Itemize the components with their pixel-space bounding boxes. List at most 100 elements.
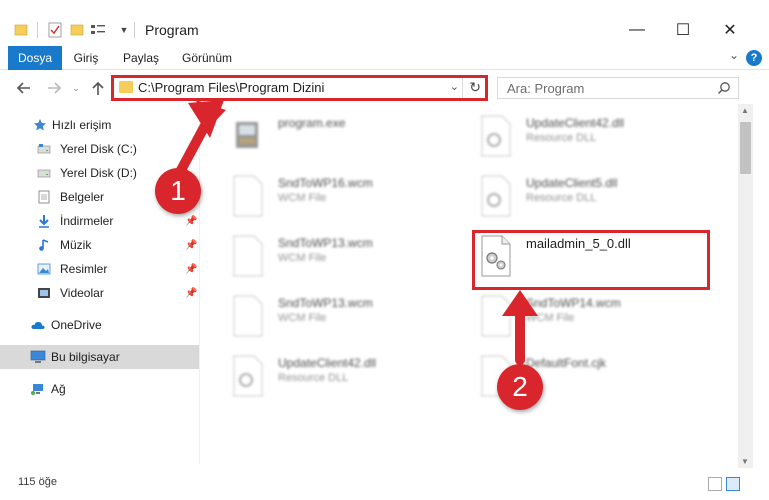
address-bar[interactable]: C:\Program Files\Program Dizini ⌄ ↻ — [111, 75, 488, 101]
drive-icon — [36, 165, 52, 181]
scroll-up-icon[interactable]: ▲ — [741, 106, 749, 115]
sidebar-item-label: Videolar — [60, 286, 104, 300]
callout-2: 2 — [497, 364, 543, 410]
scroll-thumb[interactable] — [740, 122, 751, 174]
download-icon — [36, 213, 52, 229]
list-item[interactable]: UpdateClient42.dll Resource DLL — [230, 354, 450, 402]
sidebar-item-label: Ağ — [51, 382, 66, 396]
sidebar-item-onedrive[interactable]: OneDrive — [0, 313, 199, 337]
dll-file-icon — [233, 355, 263, 397]
list-item[interactable]: SndToWP13.wcm WCM File — [230, 294, 450, 342]
back-button[interactable] — [14, 78, 34, 98]
customize-toolbar-icon[interactable] — [88, 20, 110, 40]
forward-button[interactable] — [44, 78, 64, 98]
sidebar-item-label: Yerel Disk (C:) — [60, 142, 137, 156]
help-icon[interactable]: ? — [746, 50, 762, 66]
sidebar-item-local-disk-c[interactable]: Yerel Disk (C:) — [0, 137, 199, 161]
videos-icon — [36, 285, 52, 301]
sidebar-item-label: İndirmeler — [60, 214, 114, 228]
sidebar-item-label: OneDrive — [51, 318, 102, 332]
sidebar-item-label: Belgeler — [60, 190, 105, 204]
file-name: program.exe — [278, 116, 346, 130]
pin-icon[interactable]: 📌 — [185, 264, 197, 275]
sidebar-item-this-pc[interactable]: Bu bilgisayar — [0, 345, 199, 369]
sidebar-item-pictures[interactable]: Resimler 📌 — [0, 257, 199, 281]
tab-file[interactable]: Dosya — [8, 46, 62, 70]
address-path[interactable]: C:\Program Files\Program Dizini — [138, 80, 324, 95]
details-view-icon[interactable] — [708, 477, 722, 491]
recent-locations-icon[interactable]: ⌄ — [66, 78, 86, 98]
list-item[interactable]: SndToWP14.wcm WCM File — [478, 294, 698, 342]
vertical-scrollbar[interactable]: ▲ ▼ — [738, 104, 753, 468]
list-item[interactable]: UpdateClient42.dll Resource DLL — [478, 114, 698, 162]
file-name: SndToWP16.wcm — [278, 176, 373, 190]
file-icon — [233, 295, 263, 337]
search-box[interactable]: Ara: Program — [497, 77, 739, 99]
file-type: WCM File — [278, 252, 327, 264]
file-name: UpdateClient42.dll — [278, 356, 377, 370]
sidebar-item-videos[interactable]: Videolar 📌 — [0, 281, 199, 305]
list-item[interactable]: SndToWP13.wcm WCM File — [230, 234, 450, 282]
list-item[interactable]: SndToWP16.wcm WCM File — [230, 174, 450, 222]
large-icons-view-icon[interactable] — [726, 477, 740, 491]
file-icon — [233, 235, 263, 277]
dll-file-icon — [481, 115, 511, 157]
file-type: Resource DLL — [526, 132, 597, 144]
maximize-button[interactable]: ☐ — [660, 18, 706, 42]
dll-file-icon — [481, 175, 511, 217]
item-count: 115 öğe — [18, 476, 57, 488]
new-folder-icon[interactable] — [68, 20, 86, 40]
sidebar-item-music[interactable]: Müzik 📌 — [0, 233, 199, 257]
properties-icon[interactable] — [46, 20, 64, 40]
scroll-down-icon[interactable]: ▼ — [741, 457, 749, 466]
tab-share[interactable]: Paylaş — [118, 46, 164, 70]
list-item[interactable]: UpdateClient5.dll Resource DLL — [478, 174, 698, 222]
sidebar-item-label: Resimler — [60, 262, 108, 276]
title-bar: ▼ Program — ☐ ✕ — [0, 0, 769, 44]
file-type: WCM File — [278, 312, 327, 324]
file-type: Resource DLL — [526, 192, 597, 204]
expand-ribbon-icon[interactable]: ⌄ — [729, 48, 739, 62]
refresh-icon[interactable]: ↻ — [469, 79, 481, 96]
computer-icon — [30, 349, 46, 365]
close-button[interactable]: ✕ — [707, 18, 753, 42]
up-button[interactable] — [88, 78, 108, 98]
file-name: SndToWP13.wcm — [278, 236, 373, 250]
file-type: Resource DLL — [278, 372, 349, 384]
search-placeholder: Ara: Program — [507, 81, 585, 96]
search-icon[interactable] — [717, 81, 731, 95]
ribbon-tabs: Dosya Giriş Paylaş Görünüm ⌄ ? — [0, 46, 769, 70]
sidebar-item-label: Yerel Disk (D:) — [60, 166, 137, 180]
file-name: UpdateClient5.dll — [526, 176, 618, 190]
file-name: SndToWP13.wcm — [278, 296, 373, 310]
tab-view[interactable]: Görünüm — [176, 46, 238, 70]
callout-1: 1 — [155, 168, 201, 214]
dropdown-arrow-icon[interactable]: ▼ — [118, 20, 130, 40]
tab-home[interactable]: Giriş — [66, 46, 106, 70]
pin-icon[interactable]: 📌 — [185, 288, 197, 299]
file-icon — [233, 175, 263, 217]
navigation-pane: Hızlı erişim Yerel Disk (C:) Yerel Disk … — [0, 110, 200, 464]
file-icon — [481, 295, 511, 337]
sidebar-item-label: Bu bilgisayar — [51, 350, 120, 364]
highlight-box — [472, 230, 710, 290]
chevron-down-icon[interactable]: ⌄ — [450, 80, 459, 93]
file-name: UpdateClient42.dll — [526, 116, 625, 130]
file-type: WCM File — [526, 312, 575, 324]
sidebar-item-network[interactable]: Ağ — [0, 377, 199, 401]
pin-icon[interactable]: 📌 — [185, 240, 197, 251]
folder-icon — [119, 81, 133, 93]
list-item[interactable]: program.exe — [230, 114, 450, 162]
sidebar-item-quick-access[interactable]: Hızlı erişim — [0, 113, 199, 137]
music-icon — [36, 237, 52, 253]
pin-icon[interactable]: 📌 — [185, 216, 197, 227]
file-name: SndToWP14.wcm — [526, 296, 621, 310]
network-icon — [30, 381, 46, 397]
exe-file-icon — [236, 122, 258, 148]
folder-icon[interactable] — [12, 20, 30, 40]
sidebar-item-label: Hızlı erişim — [52, 118, 112, 132]
status-bar: 115 öğe — [0, 470, 769, 500]
minimize-button[interactable]: — — [614, 18, 660, 42]
sidebar-item-label: Müzik — [60, 238, 92, 252]
cloud-icon — [30, 317, 46, 333]
